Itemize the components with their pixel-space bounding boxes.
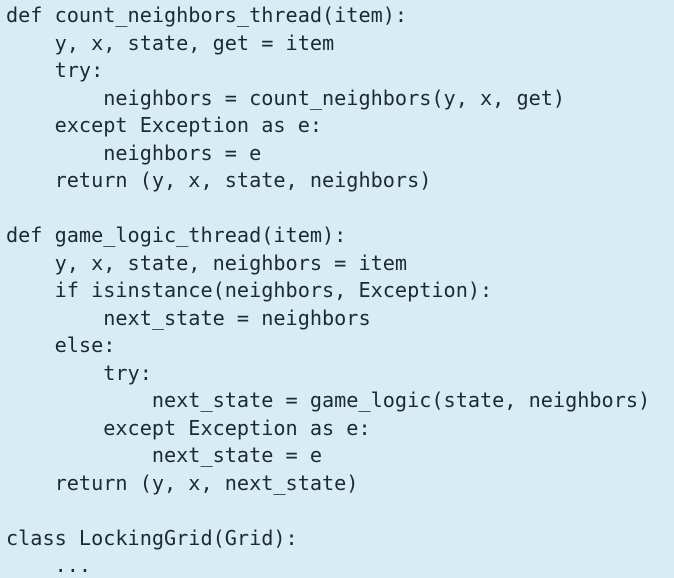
code-panel: def count_neighbors_thread(item): y, x, … (0, 0, 674, 578)
code-line-15: next_state = game_logic(state, neighbors… (6, 388, 651, 412)
code-line-16: except Exception as e: (6, 415, 371, 440)
code-line-9: def game_logic_thread(item): (6, 223, 347, 247)
code-line-1: def count_neighbors_thread(item): (6, 3, 408, 27)
code-line-13: else: (6, 333, 116, 357)
code-line-11: if isinstance(neighbors, Exception): (6, 278, 493, 302)
code-block: def count_neighbors_thread(item): y, x, … (6, 2, 674, 578)
code-line-12: next_state = neighbors (6, 305, 371, 330)
code-line-14: try: (6, 360, 152, 385)
code-line-18: return (y, x, next_state) (6, 470, 359, 495)
code-line-17: next_state = e (6, 443, 323, 467)
code-line-3: try: (6, 58, 104, 82)
code-line-10: y, x, state, neighbors = item (6, 250, 408, 275)
code-line-4: neighbors = count_neighbors(y, x, get) (6, 85, 566, 110)
code-line-21: ... (6, 553, 92, 577)
code-line-2: y, x, state, get = item (6, 30, 335, 55)
code-line-6: neighbors = e (6, 140, 262, 165)
code-line-20: class LockingGrid(Grid): (6, 525, 298, 550)
code-line-7: return (y, x, state, neighbors) (6, 168, 432, 192)
code-line-5: except Exception as e: (6, 113, 323, 137)
